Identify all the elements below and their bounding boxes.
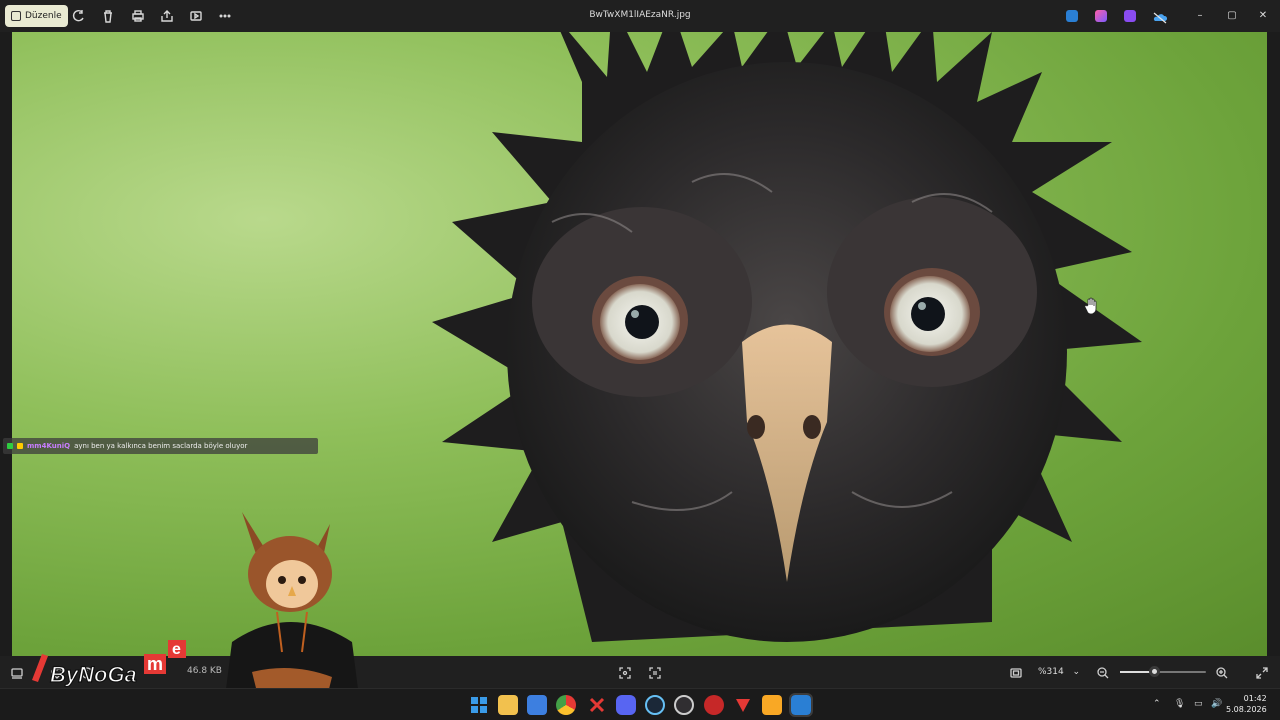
svg-text:e: e xyxy=(172,641,181,658)
svg-text:m: m xyxy=(147,654,163,674)
discord-icon[interactable] xyxy=(616,695,636,715)
chat-text: aynı ben ya kalkınca benim saclarda böyl… xyxy=(74,442,248,450)
utility-icon[interactable] xyxy=(762,695,782,715)
clipchamp-icon[interactable] xyxy=(1095,10,1107,22)
mic-icon[interactable]: 🎙 xyxy=(1174,699,1185,709)
photos-app-icon[interactable] xyxy=(1066,10,1078,22)
file-explorer-icon[interactable] xyxy=(498,695,518,715)
text-scan-icon[interactable] xyxy=(648,665,662,679)
hand-cursor-icon xyxy=(1084,297,1097,315)
tray-chevron-icon[interactable]: ⌃ xyxy=(1153,699,1161,709)
steam-icon[interactable] xyxy=(645,695,665,715)
minimize-button[interactable]: – xyxy=(1193,9,1207,23)
designer-icon[interactable] xyxy=(1124,10,1136,22)
chat-badge2-icon xyxy=(17,443,23,449)
owl-photo xyxy=(432,32,1142,642)
chrome-icon[interactable] xyxy=(556,695,576,715)
clock-time: 01:42 xyxy=(1243,694,1267,703)
zoom-slider[interactable] xyxy=(1120,666,1206,677)
game-icon[interactable] xyxy=(733,695,753,715)
restore-button[interactable]: ▢ xyxy=(1225,9,1239,23)
volume-icon[interactable]: 🔊 xyxy=(1211,699,1222,709)
taskbar: ⌃ 🎙 ▭ 🔊 xyxy=(0,688,1280,720)
filmstrip-icon[interactable] xyxy=(10,665,24,679)
zoom-value: %314 xyxy=(1038,667,1064,677)
obs-icon[interactable] xyxy=(674,695,694,715)
crop-area-icon[interactable] xyxy=(618,665,632,679)
zoom-out-icon[interactable] xyxy=(1096,665,1110,679)
chevron-down-icon: ⌄ xyxy=(1072,667,1080,677)
network-icon[interactable]: ▭ xyxy=(1194,699,1203,709)
image-canvas[interactable] xyxy=(12,32,1267,656)
photos-icon[interactable] xyxy=(789,693,813,717)
svg-text:ByNoGa: ByNoGa xyxy=(50,662,137,687)
store-icon[interactable] xyxy=(527,695,547,715)
system-clock[interactable]: 01:42 5.08.2026 xyxy=(1226,693,1267,715)
fit-screen-icon[interactable] xyxy=(1009,665,1023,679)
onedrive-icon[interactable] xyxy=(1153,10,1168,24)
zoom-in-icon[interactable] xyxy=(1215,665,1229,679)
record-icon[interactable] xyxy=(704,695,724,715)
chat-badge-icon xyxy=(7,443,13,449)
chat-message: mm4KuniQ aynı ben ya kalkınca benim sacl… xyxy=(3,438,318,454)
file-title: BwTwXM1lIAEzaNR.jpg xyxy=(589,10,691,20)
zoom-dropdown[interactable]: %314 ⌄ xyxy=(1032,662,1086,682)
chat-username: mm4KuniQ xyxy=(27,442,71,450)
fullscreen-icon[interactable] xyxy=(1255,665,1269,679)
close-button[interactable]: ✕ xyxy=(1256,9,1270,23)
clock-date: 5.08.2026 xyxy=(1226,705,1267,714)
close-app-icon[interactable] xyxy=(587,695,607,715)
title-bar: Düzenle BwTwXM1lIAEzaNR.jpg – ▢ ✕ xyxy=(0,0,1280,32)
start-icon[interactable] xyxy=(469,695,489,715)
